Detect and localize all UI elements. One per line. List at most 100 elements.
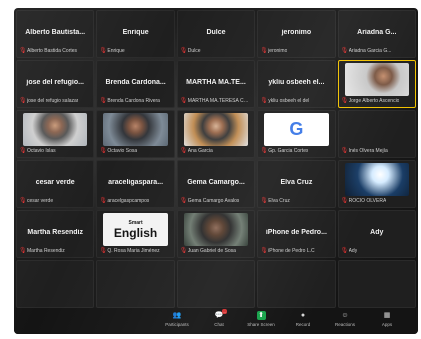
- toolbar-item-record[interactable]: ● Record: [290, 311, 316, 327]
- participant-footer-name: MARTHA MA.TERESA COR...: [187, 98, 253, 104]
- participant-footer-name: Juan Gabriel de Sosa: [187, 248, 236, 254]
- toolbar-item-apps[interactable]: ▦ Apps: [374, 311, 400, 327]
- participant-footer-name: Alberto Bastida Cortes: [27, 48, 78, 54]
- participant-footer-name: Gema Camargo Avalos: [187, 198, 240, 204]
- google-logo-icon: G: [289, 119, 304, 139]
- participant-tile[interactable]: ykliu osbeeh el... 🎙 ykliu osbeeh el del: [257, 60, 336, 108]
- participant-display-name: Dulce: [206, 29, 226, 37]
- mic-muted-icon: 🎙: [99, 248, 108, 254]
- participant-footer-name: Octavio Sosa: [107, 148, 138, 154]
- participant-tile[interactable]: [176, 260, 256, 308]
- mic-muted-icon: 🎙: [99, 98, 108, 104]
- participant-tile[interactable]: 🎙 Octavio Islas: [16, 110, 95, 158]
- participant-tile[interactable]: Ariadna G... 🎙 Ariadna Garcia G...: [337, 10, 416, 58]
- participant-tile[interactable]: Alberto Bautista... 🎙 Alberto Bastida Cort…: [16, 10, 95, 58]
- mic-muted-icon: 🎙: [19, 48, 27, 54]
- mic-muted-icon: 🎙: [260, 248, 268, 254]
- participant-footer-name: ROCIO OLVERA: [348, 198, 387, 204]
- apps-icon: ▦: [383, 312, 391, 319]
- mic-muted-icon: 🎙: [179, 148, 188, 154]
- participant-footer: 🎙 Juan Gabriel de Sosa: [180, 247, 252, 255]
- participant-footer: 🎙 Ana Garcia: [180, 147, 252, 155]
- english-main-text: English: [113, 225, 158, 240]
- participant-tile[interactable]: jeronimo 🎙 jeronimo: [257, 10, 336, 58]
- toolbar-item-share-screen[interactable]: ⬆ Share Screen: [247, 311, 275, 327]
- toolbar-label: Apps: [381, 322, 393, 327]
- participant-display-name: ykliu osbeeh el...: [268, 79, 325, 87]
- participant-footer: 🎙 Octavio Islas: [19, 147, 91, 155]
- participant-tile[interactable]: 🎙 Octavio Sosa: [96, 110, 175, 158]
- participant-footer-name: aracelgaspcampos: [107, 198, 150, 204]
- participant-tile[interactable]: [337, 260, 416, 308]
- participant-tile[interactable]: 🎙 Jorge Alberto Ascencio: [337, 60, 416, 108]
- participant-tile[interactable]: G 🎙 Gp. Garcia Cortes: [257, 110, 336, 158]
- participant-footer: 🎙 Enrique: [99, 47, 171, 55]
- participant-tile[interactable]: Elva Cruz 🎙 Elva Cruz: [257, 160, 336, 208]
- participant-footer: 🎙 Inés Olvera Mejía: [341, 147, 413, 155]
- participant-footer-name: Octavio Islas: [27, 148, 56, 154]
- participant-tile[interactable]: Enrique 🎙 Enrique: [96, 10, 175, 58]
- toolbar-item-reactions[interactable]: ☺ Reactions: [332, 311, 358, 327]
- participant-footer: 🎙 Q. Rosa Maria Jiménez: [99, 247, 171, 255]
- participant-tile[interactable]: cesar verde 🎙 cesar verde: [16, 160, 95, 208]
- participant-display-name: Gema Camargo...: [187, 179, 245, 187]
- participant-tile[interactable]: 🎙 ROCIO OLVERA: [337, 160, 416, 208]
- toolbar-label: Participants: [165, 322, 189, 327]
- participant-video: [183, 213, 249, 246]
- participant-tile[interactable]: [96, 260, 175, 308]
- participant-video: [183, 113, 249, 146]
- participant-tile[interactable]: araceligaspara... 🎙 aracelgaspcampos: [96, 160, 175, 208]
- zoom-meeting-screen: Alberto Bautista... 🎙 Alberto Bastida Cort…: [14, 8, 418, 334]
- participant-tile[interactable]: MARTHA MA.TE... 🎙 MARTHA MA.TERESA COR...: [176, 60, 256, 108]
- mic-muted-icon: 🎙: [19, 198, 27, 204]
- participant-tile[interactable]: Dulce 🎙 Dulce: [176, 10, 256, 58]
- participant-footer: 🎙 jose del refugio salazar: [19, 97, 91, 105]
- participant-tile[interactable]: 🎙 Juan Gabriel de Sosa: [176, 210, 256, 258]
- participant-footer-name: Dulce: [187, 48, 201, 54]
- mic-muted-icon: 🎙: [99, 198, 108, 204]
- toolbar-item-chat[interactable]: 💬... Chat: [206, 309, 232, 327]
- participant-footer: 🎙 Octavio Sosa: [99, 147, 171, 155]
- participant-footer: 🎙 Gema Camargo Avalos: [180, 197, 252, 205]
- participant-tile[interactable]: Smart English 🎙 Q. Rosa Maria Jiménez: [96, 210, 175, 258]
- record-icon: ●: [300, 312, 306, 319]
- participant-video: Smart English: [103, 213, 168, 246]
- participant-display-name: Ariadna G...: [357, 29, 397, 37]
- participant-tile[interactable]: Brenda Cardona... 🎙 Brenda Cardona Rivera: [96, 60, 175, 108]
- reactions-icon: ☺: [341, 312, 349, 319]
- participant-tile[interactable]: jose del refugio... 🎙 jose del refugio sal…: [16, 60, 95, 108]
- participant-footer: 🎙 Dulce: [180, 47, 252, 55]
- participant-tile[interactable]: 🎙 Ana Garcia: [176, 110, 256, 158]
- participant-video: [23, 113, 88, 146]
- participant-tile[interactable]: Ady 🎙 Ady: [337, 210, 416, 258]
- mic-muted-icon: 🎙: [99, 48, 108, 54]
- participant-tile[interactable]: Martha Resendiz 🎙 Martha Resendiz: [16, 210, 95, 258]
- participant-footer-name: Jorge Alberto Ascencio: [348, 98, 400, 104]
- participant-tile[interactable]: 🎙 Inés Olvera Mejía: [337, 110, 416, 158]
- mic-muted-icon: 🎙: [19, 98, 27, 104]
- mic-muted-icon: 🎙: [260, 198, 268, 204]
- participant-tile[interactable]: iPhone de Pedro... 🎙 iPhone de Pedro L.C: [257, 210, 336, 258]
- chat-icon: 💬...: [214, 309, 227, 319]
- participant-tile[interactable]: [16, 260, 95, 308]
- participant-display-name: Brenda Cardona...: [105, 79, 166, 87]
- participant-display-name: Elva Cruz: [280, 179, 313, 187]
- participant-tile[interactable]: [257, 260, 336, 308]
- mic-muted-icon: 🎙: [179, 48, 188, 54]
- mic-muted-icon: 🎙: [19, 248, 27, 254]
- participant-video: [344, 63, 409, 96]
- participant-tile[interactable]: Gema Camargo... 🎙 Gema Camargo Avalos: [176, 160, 256, 208]
- participant-grid: Alberto Bautista... 🎙 Alberto Bastida Cort…: [16, 10, 416, 308]
- participant-display-name: Enrique: [122, 29, 149, 37]
- participant-footer-name: Elva Cruz: [268, 198, 290, 204]
- participant-footer-name: jeronimo: [268, 48, 288, 54]
- participant-video: [103, 113, 168, 146]
- participant-footer: 🎙 jeronimo: [260, 47, 332, 55]
- participant-footer: 🎙 Gp. Garcia Cortes: [260, 147, 332, 155]
- participant-footer-name: Ady: [348, 248, 358, 254]
- chat-badge: ...: [221, 309, 227, 314]
- participant-display-name: Alberto Bautista...: [25, 29, 86, 37]
- toolbar-item-participants[interactable]: 👥 Participants: [164, 311, 190, 327]
- participant-footer: 🎙 Ariadna Garcia G...: [341, 47, 413, 55]
- participant-display-name: jeronimo: [281, 29, 312, 37]
